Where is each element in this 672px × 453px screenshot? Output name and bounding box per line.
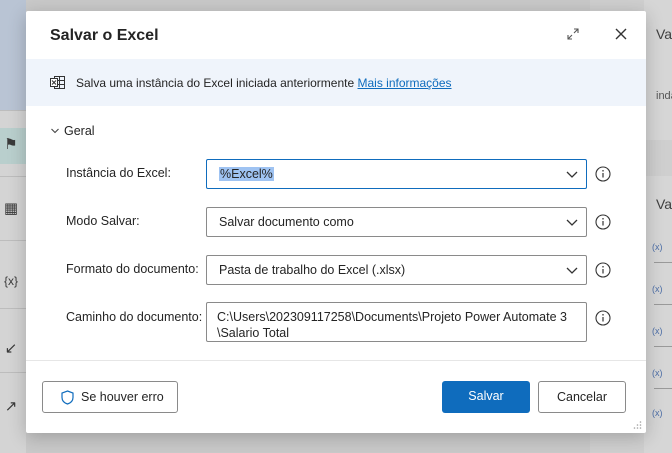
background-divider <box>0 240 26 241</box>
variable-badge: (x) <box>652 408 663 418</box>
info-text: Salva uma instância do Excel iniciada an… <box>76 76 355 90</box>
resize-grip-icon[interactable] <box>632 420 642 430</box>
format-select[interactable]: Pasta de trabalho do Excel (.xlsx) <box>206 255 587 285</box>
save-button[interactable]: Salvar <box>442 381 530 413</box>
background-panel <box>644 0 672 140</box>
background-divider <box>654 388 672 389</box>
cancel-button[interactable]: Cancelar <box>538 381 626 413</box>
chevron-down-icon[interactable] <box>566 169 578 179</box>
instance-selected-text: %Excel% <box>219 167 274 181</box>
background-left-highlight <box>0 0 26 110</box>
path-input[interactable]: C:\Users\202309117258\Documents\Projeto … <box>206 302 587 342</box>
instance-select[interactable]: %Excel% <box>206 159 587 189</box>
footer-divider <box>26 360 646 361</box>
info-icon[interactable] <box>595 310 611 326</box>
more-info-link[interactable]: Mais informações <box>358 76 452 90</box>
save-excel-dialog: Salvar o Excel Salva uma instância do Ex… <box>26 11 646 433</box>
variable-badge: (x) <box>652 368 663 378</box>
on-error-label: Se houver erro <box>81 390 164 404</box>
chevron-down-icon[interactable] <box>566 265 578 275</box>
expand-icon[interactable] <box>566 27 580 41</box>
on-error-button[interactable]: Se houver erro <box>42 381 178 413</box>
info-icon[interactable] <box>595 214 611 230</box>
save-mode-label: Modo Salvar: <box>66 214 140 228</box>
flag-icon: ⚑ <box>4 136 18 153</box>
format-value: Pasta de trabalho do Excel (.xlsx) <box>219 263 406 277</box>
instance-value: %Excel% <box>219 167 274 181</box>
instance-label: Instância do Excel: <box>66 166 171 180</box>
section-general[interactable]: Geral <box>50 124 95 138</box>
save-mode-select[interactable]: Salvar documento como <box>206 207 587 237</box>
chevron-down-icon <box>50 124 60 138</box>
variable-badge: (x) <box>652 284 663 294</box>
excel-icon <box>50 76 65 89</box>
cancel-label: Cancelar <box>556 390 608 404</box>
dialog-title: Salvar o Excel <box>50 27 159 44</box>
info-icon[interactable] <box>595 262 611 278</box>
variable-badge: (x) <box>652 242 663 252</box>
path-label: Caminho do documento: <box>66 310 203 324</box>
info-description: Salva uma instância do Excel iniciada an… <box>76 76 452 90</box>
arrow-down-left-icon: ↙ <box>4 340 18 357</box>
arrow-up-right-icon: ↗ <box>4 398 18 415</box>
background-divider <box>654 304 672 305</box>
background-divider <box>0 372 26 373</box>
chevron-down-icon[interactable] <box>566 217 578 227</box>
background-divider <box>654 346 672 347</box>
path-line-1: C:\Users\202309117258\Documents\Projeto … <box>217 310 567 324</box>
variable-badge: (x) <box>652 326 663 336</box>
background-divider <box>654 262 672 263</box>
save-label: Salvar <box>468 389 504 403</box>
format-label: Formato do documento: <box>66 262 199 276</box>
background-pane-title: Va <box>656 26 672 42</box>
background-pane-title: Va <box>656 196 672 212</box>
background-divider <box>0 176 26 177</box>
section-label: Geral <box>64 124 95 138</box>
close-icon[interactable] <box>613 26 629 42</box>
info-icon[interactable] <box>595 166 611 182</box>
info-bar: Salva uma instância do Excel iniciada an… <box>26 59 646 106</box>
background-divider <box>0 110 26 111</box>
background-left-toolbar: ⚑ ▦ {x} ↙ ↗ <box>0 0 26 453</box>
background-pane-subtext: inda <box>656 90 672 102</box>
table-icon: ▦ <box>3 200 19 217</box>
path-value: C:\Users\202309117258\Documents\Projeto … <box>217 309 577 341</box>
save-mode-value: Salvar documento como <box>219 215 354 229</box>
variable-icon: {x} <box>3 274 18 288</box>
background-divider <box>0 308 26 309</box>
path-line-2: \Salario Total <box>217 326 290 340</box>
shield-icon <box>61 390 74 405</box>
